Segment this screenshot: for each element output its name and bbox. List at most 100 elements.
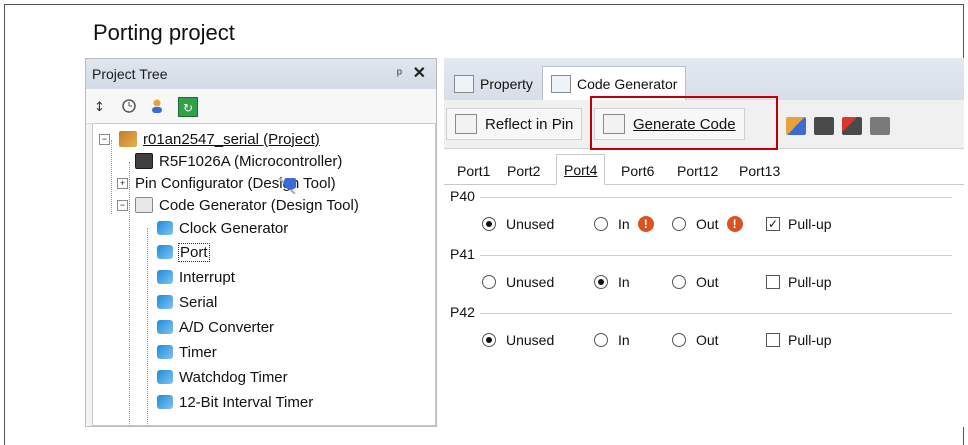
collapse-icon[interactable]: − bbox=[117, 200, 128, 211]
option-label: In bbox=[618, 216, 630, 232]
option-label: Pull-up bbox=[788, 216, 832, 232]
project-icon bbox=[119, 131, 137, 147]
microcontroller-icon bbox=[135, 153, 153, 169]
option-label: Out bbox=[696, 332, 719, 348]
radio-button[interactable] bbox=[482, 217, 496, 231]
tab-port13[interactable]: Port13 bbox=[732, 158, 787, 184]
expand-icon[interactable]: + bbox=[117, 178, 128, 189]
warning-icon: ! bbox=[637, 216, 654, 232]
tab-code-generator[interactable]: Code Generator bbox=[542, 66, 687, 100]
pin-icon[interactable]: ᵖ bbox=[397, 65, 402, 81]
tab-port12[interactable]: Port12 bbox=[670, 158, 725, 184]
property-icon bbox=[454, 75, 474, 93]
tree-item-label: Clock Generator bbox=[179, 219, 289, 237]
option-label: Pull-up bbox=[788, 274, 832, 290]
checkbox[interactable] bbox=[766, 275, 780, 289]
tree-item-ad-converter[interactable]: A/D Converter bbox=[157, 316, 274, 338]
project-tree: − r01an2547_serial (Project) R5F1026A (M… bbox=[92, 123, 436, 426]
option-label: Out bbox=[696, 216, 719, 232]
warning-icon: ! bbox=[726, 216, 743, 232]
tree-item-serial[interactable]: Serial bbox=[157, 291, 217, 313]
reflect-in-pin-button[interactable]: Reflect in Pin bbox=[446, 108, 583, 140]
radio-button[interactable] bbox=[482, 333, 496, 347]
tree-item-clock-generator[interactable]: Clock Generator bbox=[157, 217, 288, 239]
user-icon[interactable] bbox=[148, 97, 166, 115]
radio-out[interactable]: Out ! bbox=[672, 216, 743, 232]
generate-code-highlight bbox=[590, 96, 778, 150]
port-tabstrip: Port1 Port2 Port4 Port6 Port12 Port13 bbox=[444, 154, 964, 185]
tree-item-interrupt[interactable]: Interrupt bbox=[157, 266, 235, 288]
tab-port6[interactable]: Port6 bbox=[614, 158, 661, 184]
tab-label: Property bbox=[480, 76, 533, 92]
module-icon bbox=[157, 295, 173, 309]
tree-item-code-generator[interactable]: − Code Generator (Design Tool) bbox=[117, 194, 359, 216]
radio-in[interactable]: In bbox=[594, 332, 630, 348]
radio-out[interactable]: Out bbox=[672, 332, 719, 348]
radio-in[interactable]: In bbox=[594, 274, 630, 290]
tree-item-timer[interactable]: Timer bbox=[157, 341, 217, 363]
checkbox-pullup[interactable]: ✓ Pull-up bbox=[766, 216, 832, 232]
checkbox-pullup[interactable]: Pull-up bbox=[766, 274, 832, 290]
panel-tabstrip: Property Code Generator bbox=[444, 58, 964, 101]
clock-icon[interactable] bbox=[120, 97, 138, 115]
pin-name: P41 bbox=[450, 246, 479, 262]
radio-button[interactable] bbox=[672, 333, 686, 347]
radio-button[interactable] bbox=[672, 275, 686, 289]
radio-button[interactable] bbox=[672, 217, 686, 231]
radio-unused[interactable]: Unused bbox=[482, 216, 554, 232]
tree-item-label: Interrupt bbox=[179, 268, 235, 286]
tree-item-label: Code Generator (Design Tool) bbox=[159, 196, 359, 214]
group-icon[interactable] bbox=[786, 117, 806, 135]
option-label: Out bbox=[696, 274, 719, 290]
radio-out[interactable]: Out bbox=[672, 274, 719, 290]
radio-in[interactable]: In ! bbox=[594, 216, 654, 232]
tab-port1[interactable]: Port1 bbox=[450, 158, 497, 184]
tree-item-project[interactable]: − r01an2547_serial (Project) bbox=[99, 128, 320, 150]
collapse-icon[interactable]: − bbox=[99, 134, 110, 145]
tree-item-label: Port bbox=[178, 242, 210, 262]
tree-item-label: r01an2547_serial (Project) bbox=[143, 130, 320, 148]
tree-item-microcontroller[interactable]: R5F1026A (Microcontroller) bbox=[135, 150, 342, 172]
group-divider bbox=[480, 197, 952, 198]
tab-port4[interactable]: Port4 bbox=[556, 154, 606, 185]
tree-item-label: 12-Bit Interval Timer bbox=[179, 393, 314, 411]
radio-button[interactable] bbox=[482, 275, 496, 289]
close-icon[interactable]: ✕ bbox=[413, 63, 426, 83]
tab-property[interactable]: Property bbox=[446, 70, 541, 98]
code-generator-icon bbox=[551, 74, 571, 93]
refresh-icon[interactable]: ↻ bbox=[178, 97, 198, 117]
tree-item-port[interactable]: Port bbox=[157, 241, 210, 263]
chip-settings-icon[interactable] bbox=[870, 117, 890, 135]
group-divider bbox=[480, 313, 952, 314]
pin-name: P42 bbox=[450, 304, 479, 320]
pin-group-p41: P41 Unused In Out Pull-up bbox=[450, 246, 952, 302]
module-icon bbox=[157, 245, 173, 259]
svg-text:↻: ↻ bbox=[183, 101, 193, 114]
chip-arrow-icon[interactable] bbox=[842, 117, 862, 135]
radio-unused[interactable]: Unused bbox=[482, 274, 554, 290]
tree-item-pin-configurator[interactable]: + Pin Configurator (Design Tool) bbox=[117, 172, 336, 194]
tree-item-watchdog-timer[interactable]: Watchdog Timer bbox=[157, 366, 288, 388]
chip-icon[interactable] bbox=[814, 117, 834, 135]
project-tree-title: Project Tree bbox=[92, 66, 168, 82]
module-icon bbox=[157, 395, 173, 409]
tab-port2[interactable]: Port2 bbox=[500, 158, 547, 184]
radio-unused[interactable]: Unused bbox=[482, 332, 554, 348]
tree-item-label: Watchdog Timer bbox=[179, 368, 288, 386]
radio-button[interactable] bbox=[594, 217, 608, 231]
pin-group-p40: P40 Unused In ! Out ! ✓ Pull-up bbox=[450, 188, 952, 244]
tree-connector bbox=[147, 228, 148, 426]
svg-text:↕: ↕ bbox=[94, 100, 105, 114]
radio-button[interactable] bbox=[594, 275, 608, 289]
tree-item-label: R5F1026A (Microcontroller) bbox=[159, 152, 343, 170]
checkbox-pullup[interactable]: Pull-up bbox=[766, 332, 832, 348]
button-label: Reflect in Pin bbox=[485, 115, 574, 133]
radio-button[interactable] bbox=[594, 333, 608, 347]
tree-item-interval-timer[interactable]: 12-Bit Interval Timer bbox=[157, 391, 313, 413]
pin-configurator-icon bbox=[277, 178, 296, 194]
checkbox[interactable] bbox=[766, 333, 780, 347]
sort-icon[interactable]: ↕ bbox=[90, 97, 108, 115]
checkbox[interactable]: ✓ bbox=[766, 217, 780, 231]
option-label: In bbox=[618, 332, 630, 348]
option-label: Unused bbox=[506, 216, 555, 232]
